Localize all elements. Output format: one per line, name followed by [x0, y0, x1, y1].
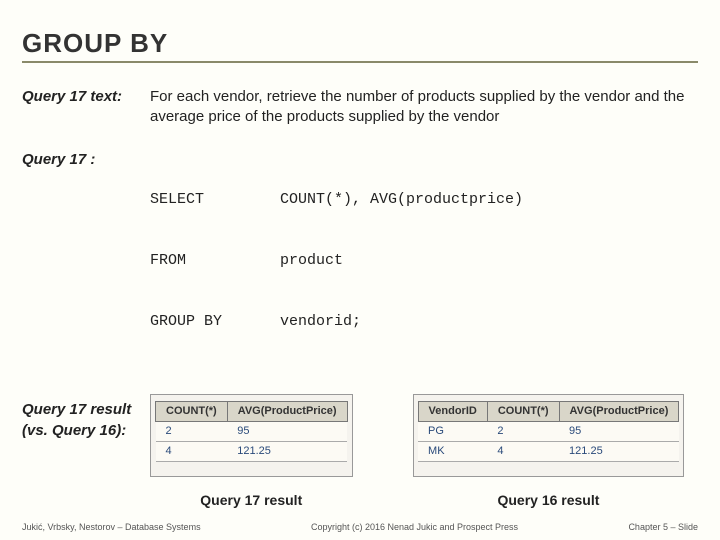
query-text-label: Query 17 text: — [22, 87, 150, 128]
t17-r1c1: 121.25 — [227, 441, 347, 461]
t16-h2: AVG(ProductPrice) — [559, 402, 679, 422]
sql-groupby-val: vendorid; — [280, 312, 361, 332]
table-row: PG 2 95 — [418, 422, 679, 442]
t16-h1: COUNT(*) — [487, 402, 559, 422]
t17-r0c0: 2 — [156, 422, 228, 442]
t17-h0: COUNT(*) — [156, 402, 228, 422]
t16-r0c2: 95 — [559, 422, 679, 442]
query17-result-block: COUNT(*) AVG(ProductPrice) 2 95 4 121.25 — [150, 394, 353, 509]
result-row: Query 17 result (vs. Query 16): COUNT(*)… — [22, 394, 698, 509]
sql-select-val: COUNT(*), AVG(productprice) — [280, 190, 523, 210]
table-row: MK 4 121.25 — [418, 441, 679, 461]
sql-groupby-kw: GROUP BY — [150, 312, 280, 332]
query-text-body: For each vendor, retrieve the number of … — [150, 87, 698, 128]
footer-right: Chapter 5 – Slide — [628, 522, 698, 532]
sql-from-kw: FROM — [150, 251, 280, 271]
sql-select-kw: SELECT — [150, 190, 280, 210]
t17-h1: AVG(ProductPrice) — [227, 402, 347, 422]
t16-r0c0: PG — [418, 422, 487, 442]
query-sql-row: Query 17 : SELECTCOUNT(*), AVG(productpr… — [22, 150, 698, 373]
query17-result-table: COUNT(*) AVG(ProductPrice) 2 95 4 121.25 — [155, 401, 348, 462]
query16-caption: Query 16 result — [413, 491, 685, 510]
t16-r1c1: 4 — [487, 441, 559, 461]
query16-result-block: VendorID COUNT(*) AVG(ProductPrice) PG 2… — [413, 394, 685, 509]
t16-h0: VendorID — [418, 402, 487, 422]
t16-r1c2: 121.25 — [559, 441, 679, 461]
t17-r1c0: 4 — [156, 441, 228, 461]
table-row: 4 121.25 — [156, 441, 348, 461]
footer-center: Copyright (c) 2016 Nenad Jukic and Prosp… — [311, 522, 518, 532]
query17-caption: Query 17 result — [150, 491, 353, 510]
result-label: Query 17 result (vs. Query 16): — [22, 394, 150, 509]
query-sql-body: SELECTCOUNT(*), AVG(productprice) FROMpr… — [150, 150, 523, 373]
query16-result-table: VendorID COUNT(*) AVG(ProductPrice) PG 2… — [418, 401, 680, 462]
t16-r0c1: 2 — [487, 422, 559, 442]
footer-left: Jukić, Vrbsky, Nestorov – Database Syste… — [22, 522, 201, 532]
t17-r0c1: 95 — [227, 422, 347, 442]
footer: Jukić, Vrbsky, Nestorov – Database Syste… — [0, 522, 720, 532]
sql-from-val: product — [280, 251, 343, 271]
query-text-row: Query 17 text: For each vendor, retrieve… — [22, 87, 698, 128]
t16-r1c0: MK — [418, 441, 487, 461]
table-row: 2 95 — [156, 422, 348, 442]
query-sql-label: Query 17 : — [22, 150, 150, 373]
slide-title: GROUP BY — [22, 28, 698, 63]
